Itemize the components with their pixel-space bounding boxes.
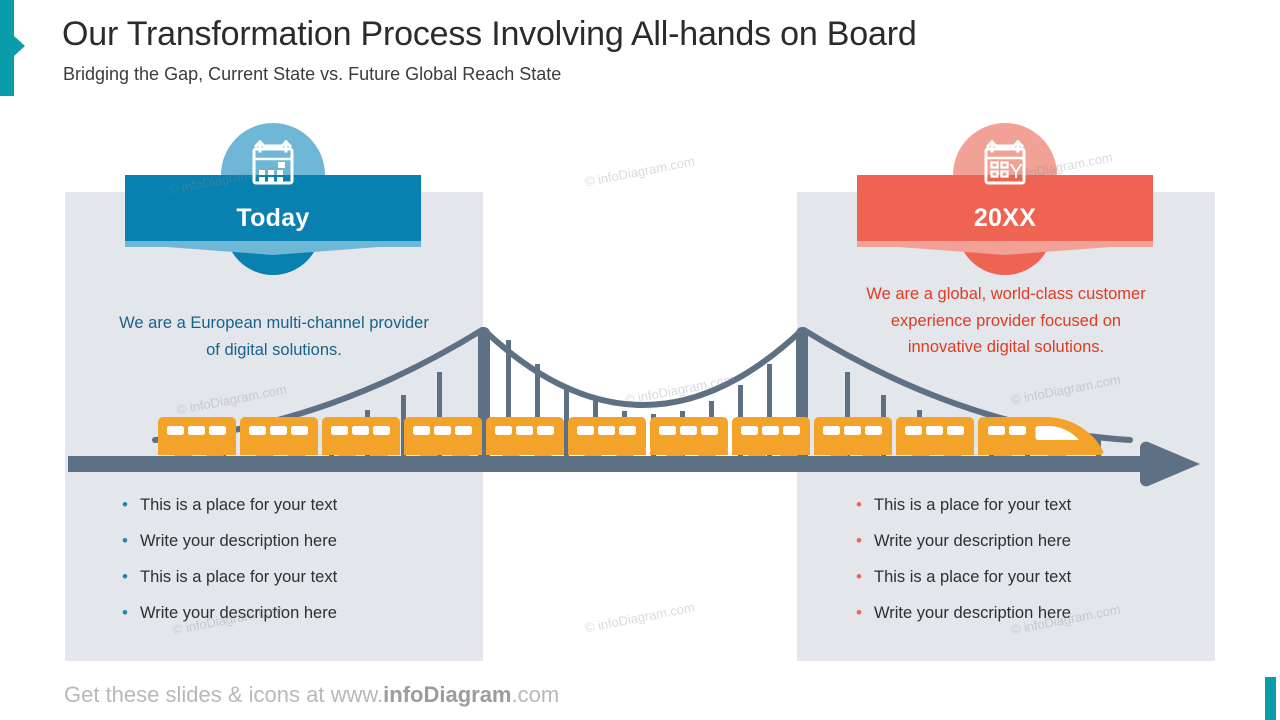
footer-promo[interactable]: Get these slides & icons at www.infoDiag… [64,682,559,708]
list-item-label: This is a place for your text [140,568,338,586]
badge-today[interactable]: Today [125,123,421,275]
train-carriages [158,417,1104,462]
bullet-dot-icon: • [856,567,862,586]
footer-prefix: Get these slides & icons at www. [64,682,384,707]
bullet-dot-icon: • [856,531,862,550]
list-item[interactable]: • Write your description here [122,532,337,568]
page-title: Our Transformation Process Involving All… [62,15,917,53]
list-item[interactable]: • This is a place for your text [856,496,1071,532]
bullet-list-future: • This is a place for your text • Write … [856,496,1071,640]
bullet-dot-icon: • [122,567,128,586]
statement-today: We are a European multi-channel provider… [119,314,429,359]
list-item[interactable]: • Write your description here [856,604,1071,640]
bullet-dot-icon: • [856,495,862,514]
list-item-label: This is a place for your text [874,568,1072,586]
list-item[interactable]: • This is a place for your text [856,568,1071,604]
list-item[interactable]: • This is a place for your text [122,568,337,604]
accent-bar-left [0,0,14,96]
bullet-dot-icon: • [122,603,128,622]
svg-text:Y: Y [1009,161,1022,183]
watermark-label: © infoDiagram.com [583,153,696,190]
list-item-label: Write your description here [140,604,337,622]
slide-canvas: Our Transformation Process Involving All… [0,0,1280,720]
bullet-dot-icon: • [122,531,128,550]
list-item[interactable]: • Write your description here [856,532,1071,568]
watermark-label: © infoDiagram.com [583,599,696,636]
footer-suffix: .com [511,682,560,707]
calendar-icon [252,139,294,185]
list-item[interactable]: • This is a place for your text [122,496,337,532]
statement-future: We are a global, world-class customer ex… [866,285,1146,357]
bullet-dot-icon: • [122,495,128,514]
page-subtitle: Bridging the Gap, Current State vs. Futu… [63,64,562,84]
list-item[interactable]: • Write your description here [122,604,337,640]
list-item-label: This is a place for your text [874,496,1072,514]
bullet-dot-icon: • [856,603,862,622]
list-item-label: Write your description here [140,532,337,550]
footer-brand: infoDiagram [383,682,512,707]
list-item-label: Write your description here [874,532,1071,550]
calendar-year-icon: Y [984,139,1026,185]
badge-future[interactable]: Y 20XX [857,123,1153,275]
accent-bar-bottom-right [1265,677,1276,720]
bullet-list-today: • This is a place for your text • Write … [122,496,337,640]
accent-arrow-left-icon [14,36,25,56]
list-item-label: This is a place for your text [140,496,338,514]
list-item-label: Write your description here [874,604,1071,622]
train-locomotive [978,417,1104,462]
